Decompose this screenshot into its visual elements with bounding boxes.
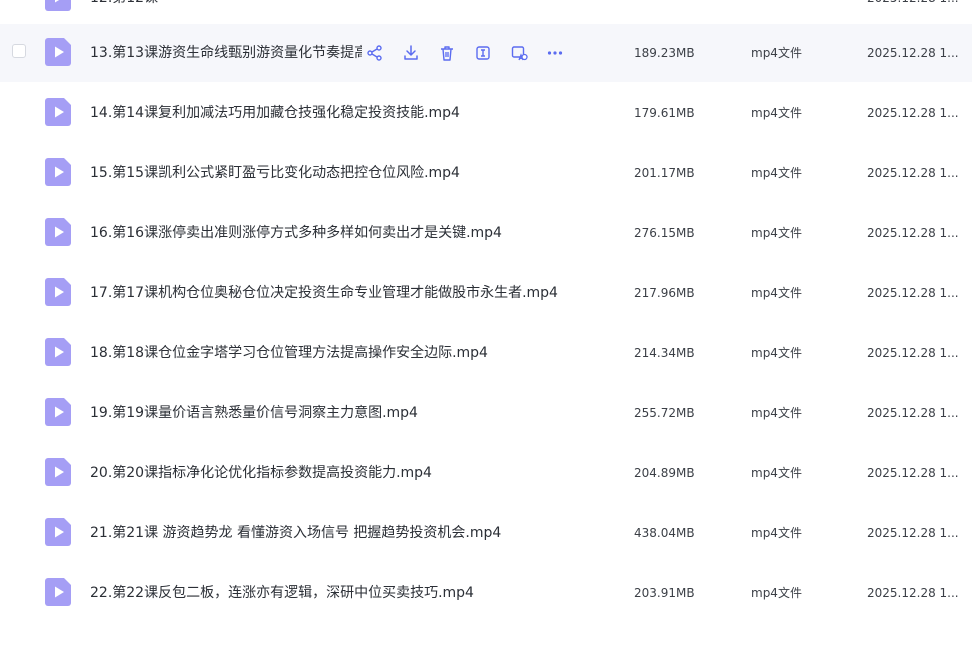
file-row[interactable]: 13.第13课游资生命线甄别游资量化节奏提高 189.23MB mp4文件 2025.… xyxy=(0,24,972,82)
file-date: 2025.12.28 1... xyxy=(867,586,959,600)
video-file-icon xyxy=(45,98,71,126)
file-name[interactable]: 15.第15课凯利公式紧盯盈亏比变化动态把控仓位风险.mp4 xyxy=(90,144,460,202)
file-size: 255.72MB xyxy=(634,406,695,420)
file-row[interactable]: 12.第12课 2025.12.28 1... xyxy=(0,0,972,27)
file-row[interactable]: 14.第14课复利加减法巧用加藏仓技强化稳定投资技能.mp4 179.61MB mp… xyxy=(0,84,972,142)
file-type: mp4文件 xyxy=(751,586,802,600)
file-name[interactable]: 12.第12课 xyxy=(90,0,158,27)
file-name[interactable]: 19.第19课量价语言熟悉量价信号洞察主力意图.mp4 xyxy=(90,384,418,442)
file-size: 217.96MB xyxy=(634,286,695,300)
file-type: mp4文件 xyxy=(751,526,802,540)
file-row[interactable]: 15.第15课凯利公式紧盯盈亏比变化动态把控仓位风险.mp4 201.17MB mp… xyxy=(0,144,972,202)
file-row[interactable]: 19.第19课量价语言熟悉量价信号洞察主力意图.mp4 255.72MB mp4文件… xyxy=(0,384,972,442)
file-type: mp4文件 xyxy=(751,226,802,240)
file-name[interactable]: 16.第16课涨停卖出准则涨停方式多种多样如何卖出才是关键.mp4 xyxy=(90,204,502,262)
video-file-icon xyxy=(45,0,71,11)
file-size: 201.17MB xyxy=(634,166,695,180)
file-name[interactable]: 14.第14课复利加减法巧用加藏仓技强化稳定投资技能.mp4 xyxy=(90,84,460,142)
file-name[interactable]: 13.第13课游资生命线甄别游资量化节奏提高 xyxy=(90,24,362,82)
file-type: mp4文件 xyxy=(751,166,802,180)
file-name[interactable]: 20.第20课指标净化论优化指标参数提高投资能力.mp4 xyxy=(90,444,432,502)
file-type: mp4文件 xyxy=(751,466,802,480)
row-checkbox[interactable] xyxy=(12,44,26,58)
file-size: 214.34MB xyxy=(634,346,695,360)
file-size: 203.91MB xyxy=(634,586,695,600)
file-name[interactable]: 21.第21课 游资趋势龙 看懂游资入场信号 把握趋势投资机会.mp4 xyxy=(90,504,501,562)
file-date: 2025.12.28 1... xyxy=(867,286,959,300)
video-file-icon xyxy=(45,578,71,606)
file-date: 2025.12.28 1... xyxy=(867,466,959,480)
file-row[interactable]: 18.第18课仓位金字塔学习仓位管理方法提高操作安全边际.mp4 214.34MB… xyxy=(0,324,972,382)
file-name[interactable]: 22.第22课反包二板，连涨亦有逻辑，深研中位买卖技巧.mp4 xyxy=(90,564,474,622)
file-type: mp4文件 xyxy=(751,346,802,360)
video-file-icon xyxy=(45,458,71,486)
file-date: 2025.12.28 1... xyxy=(867,346,959,360)
file-size: 189.23MB xyxy=(634,46,695,60)
file-date: 2025.12.28 1... xyxy=(867,166,959,180)
video-file-icon xyxy=(45,518,71,546)
file-date: 2025.12.28 1... xyxy=(867,106,959,120)
file-date: 2025.12.28 1... xyxy=(867,226,959,240)
file-size: 179.61MB xyxy=(634,106,695,120)
file-size: 438.04MB xyxy=(634,526,695,540)
file-row[interactable]: 17.第17课机构仓位奥秘仓位决定投资生命专业管理才能做股市永生者.mp4 217… xyxy=(0,264,972,322)
file-size: 204.89MB xyxy=(634,466,695,480)
file-name[interactable]: 18.第18课仓位金字塔学习仓位管理方法提高操作安全边际.mp4 xyxy=(90,324,488,382)
file-type: mp4文件 xyxy=(751,46,802,60)
file-row[interactable]: 16.第16课涨停卖出准则涨停方式多种多样如何卖出才是关键.mp4 276.15M… xyxy=(0,204,972,262)
video-file-icon xyxy=(45,398,71,426)
preview-icon[interactable] xyxy=(510,44,528,62)
file-type: mp4文件 xyxy=(751,286,802,300)
video-file-icon xyxy=(45,158,71,186)
video-file-icon xyxy=(45,38,71,66)
file-row[interactable]: 20.第20课指标净化论优化指标参数提高投资能力.mp4 204.89MB mp4文… xyxy=(0,444,972,502)
rename-icon[interactable] xyxy=(474,44,492,62)
file-type: mp4文件 xyxy=(751,406,802,420)
file-row[interactable]: 21.第21课 游资趋势龙 看懂游资入场信号 把握趋势投资机会.mp4 438.0… xyxy=(0,504,972,562)
file-date: 2025.12.28 1... xyxy=(867,526,959,540)
file-date: 2025.12.28 1... xyxy=(867,406,959,420)
video-file-icon xyxy=(45,338,71,366)
more-icon[interactable] xyxy=(546,44,564,62)
file-row[interactable]: 22.第22课反包二板，连涨亦有逻辑，深研中位买卖技巧.mp4 203.91MB m… xyxy=(0,564,972,622)
file-size: 276.15MB xyxy=(634,226,695,240)
download-icon[interactable] xyxy=(402,44,420,62)
file-date: 2025.12.28 1... xyxy=(867,0,963,27)
file-name[interactable]: 17.第17课机构仓位奥秘仓位决定投资生命专业管理才能做股市永生者.mp4 xyxy=(90,264,558,322)
file-type: mp4文件 xyxy=(751,106,802,120)
video-file-icon xyxy=(45,278,71,306)
video-file-icon xyxy=(45,218,71,246)
file-date: 2025.12.28 1... xyxy=(867,46,959,60)
share-icon[interactable] xyxy=(366,44,384,62)
row-actions xyxy=(366,44,582,62)
delete-icon[interactable] xyxy=(438,44,456,62)
